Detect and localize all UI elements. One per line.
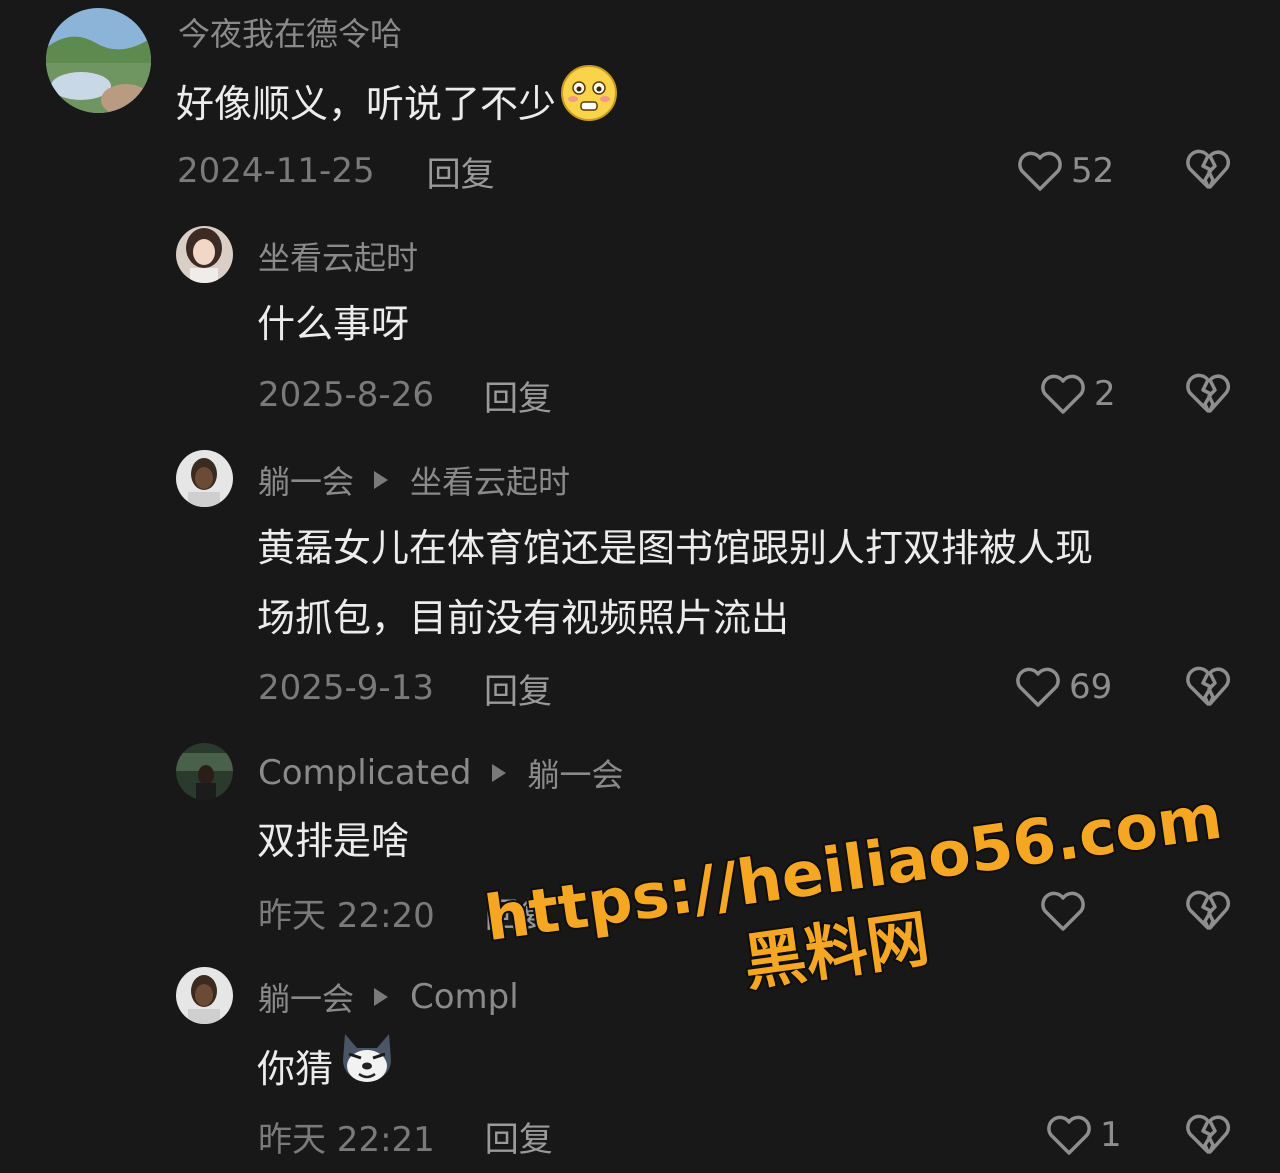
comment-date: 昨天 22:20 xyxy=(258,895,435,936)
comment-text: 好像顺义，听说了不少 xyxy=(176,64,618,144)
broken-heart-icon xyxy=(1186,1114,1231,1154)
comment-text-content: 你猜 xyxy=(257,1047,334,1091)
like-button[interactable]: 52 xyxy=(1017,146,1114,196)
username-row: 坐看云起时 xyxy=(258,234,418,278)
username[interactable]: 今夜我在德令哈 xyxy=(178,9,402,55)
like-button[interactable]: 2 xyxy=(1040,369,1116,419)
like-count: 1 xyxy=(1100,1115,1122,1155)
avatar[interactable] xyxy=(176,226,233,283)
comment-meta: 2025-9-13 回复 xyxy=(258,664,552,713)
watermark: https://heiliao56.com 黑料网 xyxy=(478,778,1228,1088)
heart-outline-icon xyxy=(1018,151,1062,191)
like-count: 52 xyxy=(1071,151,1115,191)
comment-meta: 昨天 22:21 回复 xyxy=(258,1112,553,1161)
username-row: 躺一会 Compl xyxy=(258,975,519,1019)
username[interactable]: Complicated xyxy=(258,753,472,793)
watermark-site-name: 黑料网 xyxy=(737,900,935,1002)
like-button[interactable] xyxy=(1040,886,1094,936)
username-row: 今夜我在德令哈 xyxy=(178,10,402,54)
like-button[interactable]: 1 xyxy=(1046,1110,1122,1160)
heart-outline-icon xyxy=(1041,374,1085,414)
comment-text-content: 好像顺义，听说了不少 xyxy=(176,82,557,126)
reply-to-username[interactable]: 躺一会 xyxy=(528,750,624,796)
comment-text-line: 黄磊女儿在体育馆还是图书馆跟别人打双排被人现 xyxy=(257,526,1094,570)
comment-date: 昨天 22:21 xyxy=(258,1119,435,1160)
broken-heart-icon xyxy=(1186,373,1231,413)
username[interactable]: 坐看云起时 xyxy=(258,233,418,279)
broken-heart-icon xyxy=(1186,890,1231,930)
comment-date: 2025-8-26 xyxy=(258,375,434,415)
comment-text-content: 双排是啥 xyxy=(257,819,410,863)
comment-text-line: 场抓包，目前没有视频照片流出 xyxy=(257,596,790,640)
reply-arrow-icon xyxy=(491,764,506,782)
comment-meta: 昨天 22:20 回复 xyxy=(258,888,553,937)
broken-heart-icon xyxy=(1186,666,1231,706)
reply-button[interactable]: 回复 xyxy=(485,888,553,937)
comment-text: 双排是啥 xyxy=(257,806,409,876)
heart-outline-icon xyxy=(1041,891,1085,931)
reply-button[interactable]: 回复 xyxy=(485,1112,553,1161)
comment-date: 2024-11-25 xyxy=(177,151,375,191)
comment-meta: 2025-8-26 回复 xyxy=(258,371,552,420)
heart-outline-icon xyxy=(1047,1115,1091,1155)
username[interactable]: 躺一会 xyxy=(258,457,354,503)
avatar[interactable] xyxy=(46,8,151,113)
flushed-face-emoji xyxy=(560,64,618,144)
like-count: 2 xyxy=(1094,374,1116,414)
comment-text: 黄磊女儿在体育馆还是图书馆跟别人打双排被人现 场抓包，目前没有视频照片流出 xyxy=(257,513,1217,653)
dislike-button[interactable] xyxy=(1185,1113,1231,1159)
comment-text: 什么事呀 xyxy=(257,289,409,359)
dislike-button[interactable] xyxy=(1185,889,1231,935)
avatar[interactable] xyxy=(176,967,233,1024)
reply-button[interactable]: 回复 xyxy=(427,147,495,196)
reply-to-username[interactable]: 坐看云起时 xyxy=(410,457,570,503)
reply-arrow-icon xyxy=(374,988,389,1006)
broken-heart-icon xyxy=(1186,149,1231,189)
avatar[interactable] xyxy=(176,743,233,800)
like-button[interactable]: 69 xyxy=(1015,662,1112,712)
reply-to-username[interactable]: Compl xyxy=(410,977,519,1017)
husky-face-emoji xyxy=(337,1030,397,1108)
avatar[interactable] xyxy=(176,450,233,507)
username[interactable]: 躺一会 xyxy=(258,974,354,1020)
reply-button[interactable]: 回复 xyxy=(484,371,552,420)
dislike-button[interactable] xyxy=(1185,372,1231,418)
username-row: 躺一会 坐看云起时 xyxy=(258,458,570,502)
heart-outline-icon xyxy=(1016,667,1060,707)
reply-arrow-icon xyxy=(374,471,389,489)
watermark-url: https://heiliao56.com xyxy=(478,778,1228,958)
comment-meta: 2024-11-25 回复 xyxy=(177,147,495,196)
comment-text: 你猜 xyxy=(257,1030,397,1108)
dislike-button[interactable] xyxy=(1185,148,1231,194)
comment-date: 2025-9-13 xyxy=(258,668,434,708)
comment-text-content: 什么事呀 xyxy=(257,302,410,346)
like-count: 69 xyxy=(1069,667,1113,707)
username-row: Complicated 躺一会 xyxy=(258,751,624,795)
dislike-button[interactable] xyxy=(1185,665,1231,711)
reply-button[interactable]: 回复 xyxy=(484,664,552,713)
